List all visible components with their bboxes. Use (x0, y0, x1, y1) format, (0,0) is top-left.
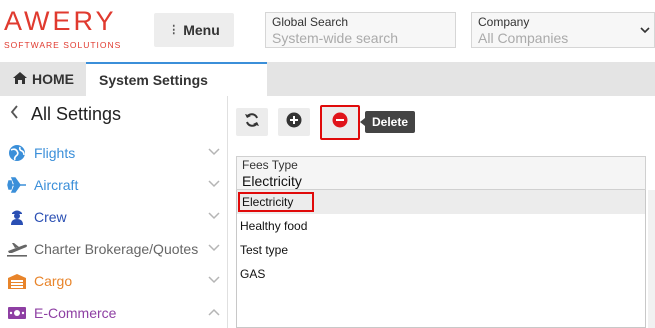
money-icon (6, 304, 28, 322)
vertical-dots-icon: ⋮ (168, 24, 180, 36)
refresh-icon (244, 112, 260, 133)
sidebar-item-aircraft[interactable]: Aircraft (6, 173, 222, 197)
delete-button[interactable] (320, 105, 360, 140)
sidebar-item-cargo[interactable]: Cargo (6, 269, 222, 293)
dropdown-option-gas[interactable]: GAS (237, 262, 645, 286)
option-label: Test type (240, 243, 289, 257)
tab-system-settings-label: System Settings (99, 72, 208, 88)
home-icon (12, 71, 28, 88)
fees-type-select[interactable]: Fees Type Electricity (236, 156, 646, 190)
global-search-field[interactable]: Global Search System-wide search (265, 12, 456, 48)
menu-button[interactable]: ⋮ Menu (154, 13, 234, 47)
sidebar-item-crew-label: Crew (34, 209, 67, 225)
logo-name: AWERY (4, 6, 117, 36)
scroll-track[interactable] (648, 190, 655, 328)
tab-home[interactable]: HOME (0, 62, 86, 96)
settings-content: Delete Fees Type Electricity Electricity… (228, 96, 655, 328)
sidebar-item-ecommerce[interactable]: E-Commerce (6, 301, 222, 325)
chevron-down-icon (640, 25, 650, 37)
dropdown-option-test-type[interactable]: Test type (237, 238, 645, 262)
app-header: AWERY SOFTWARE SOLUTIONS ⋮ Menu Global S… (0, 0, 655, 62)
crew-icon (6, 208, 28, 226)
chevron-down-icon (206, 179, 222, 191)
settings-sidebar: All Settings Flights Aircraft Crew Chart… (0, 96, 228, 328)
plane-icon (6, 176, 28, 194)
awery-logo[interactable]: AWERY SOFTWARE SOLUTIONS (4, 6, 128, 54)
all-settings-header[interactable]: All Settings (10, 104, 121, 125)
option-label: Electricity (238, 192, 314, 212)
sidebar-item-cargo-label: Cargo (34, 273, 73, 289)
delete-tooltip: Delete (360, 111, 415, 133)
sidebar-item-crew[interactable]: Crew (6, 205, 222, 229)
global-search-label: Global Search (272, 15, 349, 29)
company-label: Company (478, 15, 530, 29)
sidebar-item-flights-label: Flights (34, 145, 76, 161)
app-root: AWERY SOFTWARE SOLUTIONS ⋮ Menu Global S… (0, 0, 655, 328)
chevron-left-icon[interactable] (10, 105, 19, 124)
global-search-input[interactable]: System-wide search (272, 29, 449, 47)
company-value: All Companies (478, 30, 569, 46)
fees-type-value: Electricity (242, 173, 302, 189)
sidebar-item-aircraft-label: Aircraft (34, 177, 79, 193)
tab-system-settings[interactable]: System Settings (86, 62, 267, 96)
tab-bar: HOME System Settings (0, 62, 655, 96)
chevron-down-icon (206, 243, 222, 255)
dropdown-option-healthy-food[interactable]: Healthy food (237, 214, 645, 238)
chevron-down-icon (206, 147, 222, 159)
globe-icon (6, 144, 28, 162)
chevron-up-icon (206, 307, 222, 319)
chevron-down-icon (206, 211, 222, 223)
menu-button-label: Menu (183, 22, 220, 38)
refresh-button[interactable] (236, 108, 268, 136)
option-label: GAS (240, 267, 266, 281)
fees-type-label: Fees Type (242, 158, 298, 172)
plus-circle-icon (286, 112, 302, 133)
plane-takeoff-icon (6, 240, 28, 258)
add-button[interactable] (278, 108, 310, 136)
minus-circle-icon (332, 112, 348, 133)
option-label: Healthy food (240, 219, 308, 233)
company-select[interactable]: Company All Companies (471, 12, 655, 48)
warehouse-icon (6, 272, 28, 290)
sidebar-item-charter-brokerage-label: Charter Brokerage/Quotes (34, 241, 199, 257)
all-settings-title: All Settings (31, 104, 122, 124)
dropdown-option-electricity[interactable]: Electricity (237, 190, 645, 214)
sidebar-item-charter-brokerage[interactable]: Charter Brokerage/Quotes (6, 237, 222, 261)
tab-home-label: HOME (32, 71, 74, 87)
fees-type-dropdown: Electricity Healthy food Test type GAS (236, 190, 646, 328)
sidebar-item-ecommerce-label: E-Commerce (34, 305, 117, 321)
logo-tagline: SOFTWARE SOLUTIONS (4, 40, 122, 50)
chevron-down-icon (206, 275, 222, 287)
sidebar-item-flights[interactable]: Flights (6, 141, 222, 165)
